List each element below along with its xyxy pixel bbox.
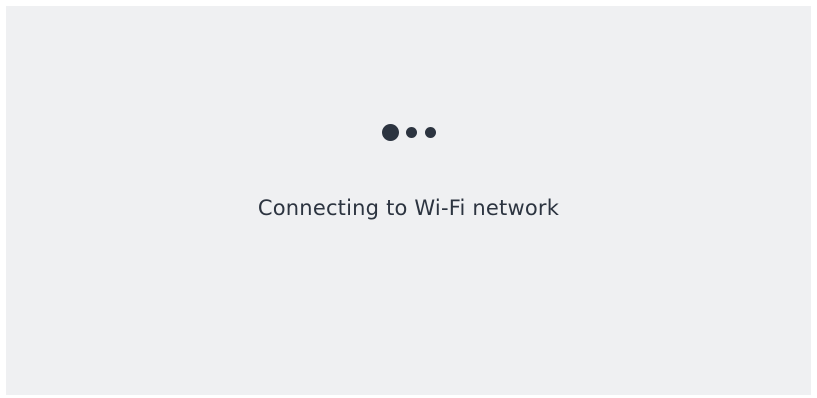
loading-indicator: [6, 124, 811, 141]
loading-dot-icon: [381, 124, 399, 141]
loading-dot-icon: [405, 127, 417, 138]
status-message: Connecting to Wi-Fi network: [257, 196, 560, 220]
connection-panel: Connecting to Wi-Fi network: [6, 6, 811, 395]
loading-dot-icon: [424, 127, 436, 138]
